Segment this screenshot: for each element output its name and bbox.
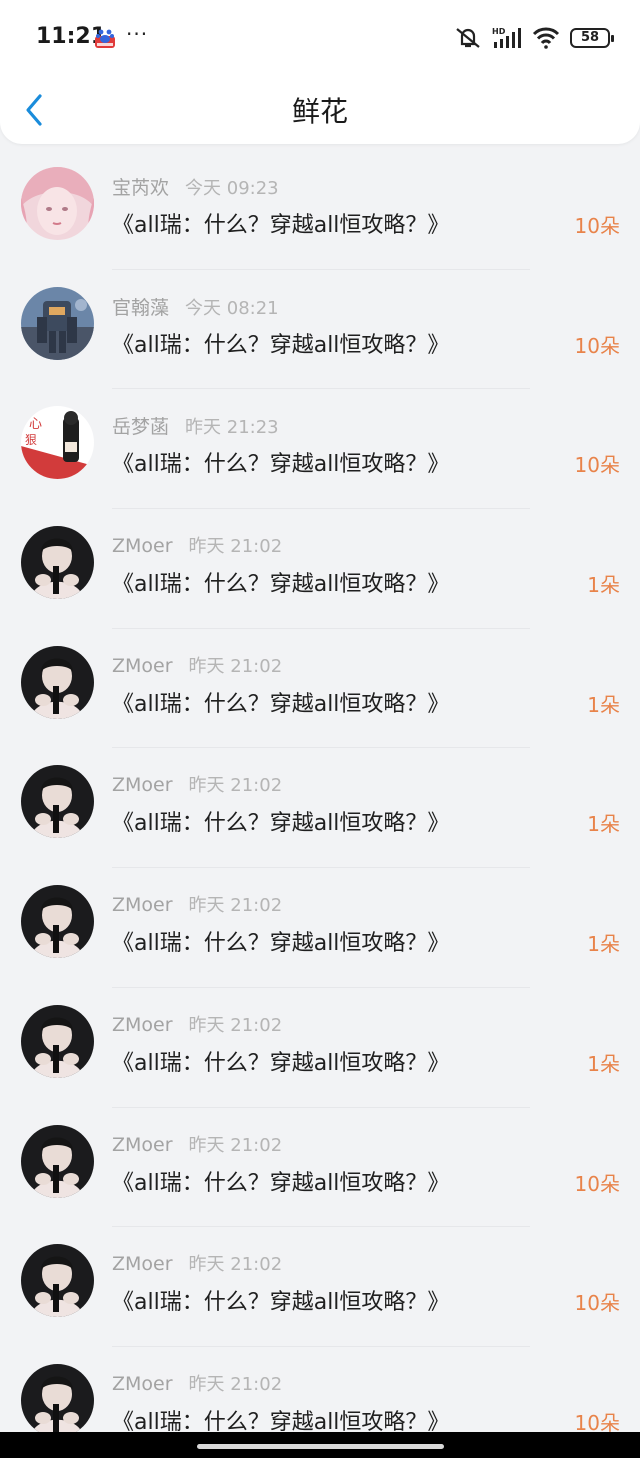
name-row: ZMoer 昨天 21:02 bbox=[112, 652, 282, 678]
flower-count: 10朵 bbox=[574, 1291, 620, 1316]
user-name[interactable]: ZMoer bbox=[112, 1373, 173, 1395]
avatar[interactable] bbox=[21, 286, 94, 360]
avatar[interactable] bbox=[21, 1124, 94, 1198]
user-name[interactable]: ZMoer bbox=[112, 774, 173, 796]
flower-count: 10朵 bbox=[574, 214, 620, 238]
flower-count: 10朵 bbox=[574, 1171, 620, 1196]
name-row: ZMoer 昨天 21:02 bbox=[112, 1011, 282, 1037]
name-row: ZMoer 昨天 21:02 bbox=[112, 771, 282, 797]
gesture-bar bbox=[0, 1432, 640, 1458]
send-time: 昨天 21:02 bbox=[188, 775, 283, 797]
name-row: ZMoer 昨天 21:02 bbox=[112, 1370, 282, 1396]
book-title[interactable]: 《all瑞：什么？穿越all恒攻略？》 bbox=[112, 327, 449, 359]
status-icons: HD 58 bbox=[454, 26, 614, 50]
name-row: ZMoer 昨天 21:02 bbox=[112, 532, 282, 558]
user-name[interactable]: ZMoer bbox=[112, 1253, 173, 1275]
more-dots-icon: ··· bbox=[126, 22, 149, 46]
send-time: 今天 08:21 bbox=[185, 297, 279, 319]
avatar[interactable] bbox=[21, 765, 94, 839]
book-title[interactable]: 《all瑞：什么？穿越all恒攻略？》 bbox=[112, 805, 449, 837]
name-row: 官翰藻 今天 08:21 bbox=[112, 293, 279, 320]
avatar[interactable] bbox=[21, 167, 94, 240]
baidu-app-icon bbox=[95, 29, 115, 48]
user-name[interactable]: ZMoer bbox=[112, 1134, 173, 1156]
svg-text:狠: 狠 bbox=[25, 433, 37, 447]
send-time: 昨天 21:02 bbox=[188, 895, 283, 917]
home-indicator[interactable] bbox=[197, 1444, 444, 1449]
send-time: 昨天 21:02 bbox=[188, 1254, 283, 1276]
flower-count: 1朵 bbox=[587, 1051, 620, 1076]
svg-text:心: 心 bbox=[29, 417, 42, 432]
name-row: 宝芮欢 今天 09:23 bbox=[112, 173, 279, 200]
flower-count: 1朵 bbox=[587, 573, 620, 598]
hd-signal-icon: HD bbox=[492, 27, 521, 48]
list-item[interactable]: 心狠岳梦菡 昨天 21:23 《all瑞：什么？穿越all恒攻略？》 10朵 bbox=[0, 389, 640, 510]
flower-count: 1朵 bbox=[587, 932, 620, 957]
list-item[interactable]: ZMoer 昨天 21:02 《all瑞：什么？穿越all恒攻略？》 1朵 bbox=[0, 988, 640, 1108]
avatar[interactable] bbox=[21, 885, 94, 959]
send-time: 昨天 21:23 bbox=[185, 417, 279, 439]
avatar[interactable] bbox=[21, 1004, 94, 1078]
send-time: 昨天 21:02 bbox=[188, 1373, 283, 1395]
list-item[interactable]: ZMoer 昨天 21:02 《all瑞：什么？穿越all恒攻略？》 1朵 bbox=[0, 868, 640, 988]
send-time: 今天 09:23 bbox=[185, 178, 279, 199]
book-title[interactable]: 《all瑞：什么？穿越all恒攻略？》 bbox=[112, 446, 449, 478]
list-item[interactable]: ZMoer 昨天 21:02 《all瑞：什么？穿越all恒攻略？》 10朵 bbox=[0, 1108, 640, 1228]
user-name[interactable]: 宝芮欢 bbox=[112, 177, 169, 199]
book-title[interactable]: 《all瑞：什么？穿越all恒攻略？》 bbox=[112, 686, 449, 718]
book-title[interactable]: 《all瑞：什么？穿越all恒攻略？》 bbox=[112, 207, 449, 239]
send-time: 昨天 21:02 bbox=[188, 1134, 283, 1156]
header: 11:21 ··· HD 58 鲜花 bbox=[0, 0, 640, 144]
flower-count: 10朵 bbox=[574, 453, 620, 478]
user-name[interactable]: ZMoer bbox=[112, 1014, 173, 1036]
book-title[interactable]: 《all瑞：什么？穿越all恒攻略？》 bbox=[112, 566, 449, 598]
flower-count: 10朵 bbox=[574, 333, 620, 358]
status-bar: 11:21 ··· HD 58 bbox=[0, 0, 640, 76]
user-name[interactable]: ZMoer bbox=[112, 894, 173, 916]
book-title[interactable]: 《all瑞：什么？穿越all恒攻略？》 bbox=[112, 925, 449, 957]
book-title[interactable]: 《all瑞：什么？穿越all恒攻略？》 bbox=[112, 1284, 449, 1316]
page-title: 鲜花 bbox=[291, 95, 348, 128]
user-name[interactable]: 官翰藻 bbox=[112, 297, 169, 319]
avatar[interactable] bbox=[21, 1363, 94, 1437]
list-item[interactable]: 官翰藻 今天 08:21 《all瑞：什么？穿越all恒攻略？》 10朵 bbox=[0, 270, 640, 390]
book-title[interactable]: 《all瑞：什么？穿越all恒攻略？》 bbox=[112, 1165, 449, 1197]
user-name[interactable]: 岳梦菡 bbox=[112, 416, 169, 438]
name-row: ZMoer 昨天 21:02 bbox=[112, 891, 282, 917]
name-row: ZMoer 昨天 21:02 bbox=[112, 1250, 282, 1276]
battery-icon: 58 bbox=[570, 28, 614, 48]
send-time: 昨天 21:02 bbox=[188, 536, 283, 558]
list-item[interactable]: ZMoer 昨天 21:02 《all瑞：什么？穿越all恒攻略？》 10朵 bbox=[0, 1227, 640, 1347]
user-name[interactable]: ZMoer bbox=[112, 655, 173, 677]
flower-list: 宝芮欢 今天 09:23 《all瑞：什么？穿越all恒攻略？》 10朵 官翰藻 今天 0… bbox=[0, 150, 640, 1458]
svg-text:HD: HD bbox=[492, 27, 506, 36]
send-time: 昨天 21:02 bbox=[188, 1014, 283, 1036]
vibrate-off-icon bbox=[456, 28, 480, 48]
send-time: 昨天 21:02 bbox=[188, 655, 283, 677]
list-item[interactable]: ZMoer 昨天 21:02 《all瑞：什么？穿越all恒攻略？》 1朵 bbox=[0, 509, 640, 629]
name-row: ZMoer 昨天 21:02 bbox=[112, 1131, 282, 1157]
user-name[interactable]: ZMoer bbox=[112, 535, 173, 557]
list-item[interactable]: ZMoer 昨天 21:02 《all瑞：什么？穿越all恒攻略？》 1朵 bbox=[0, 748, 640, 869]
wifi-icon bbox=[532, 27, 560, 49]
avatar[interactable] bbox=[21, 645, 94, 719]
list-item[interactable]: ZMoer 昨天 21:02 《all瑞：什么？穿越all恒攻略？》 1朵 bbox=[0, 629, 640, 749]
avatar[interactable] bbox=[21, 526, 94, 600]
name-row: 岳梦菡 昨天 21:23 bbox=[112, 412, 279, 439]
list-item[interactable]: 宝芮欢 今天 09:23 《all瑞：什么？穿越all恒攻略？》 10朵 bbox=[0, 150, 640, 270]
flower-count: 1朵 bbox=[587, 812, 620, 837]
avatar[interactable]: 心狠 bbox=[21, 406, 94, 480]
flower-count: 1朵 bbox=[587, 692, 620, 717]
book-title[interactable]: 《all瑞：什么？穿越all恒攻略？》 bbox=[112, 1045, 449, 1077]
avatar[interactable] bbox=[21, 1244, 94, 1318]
